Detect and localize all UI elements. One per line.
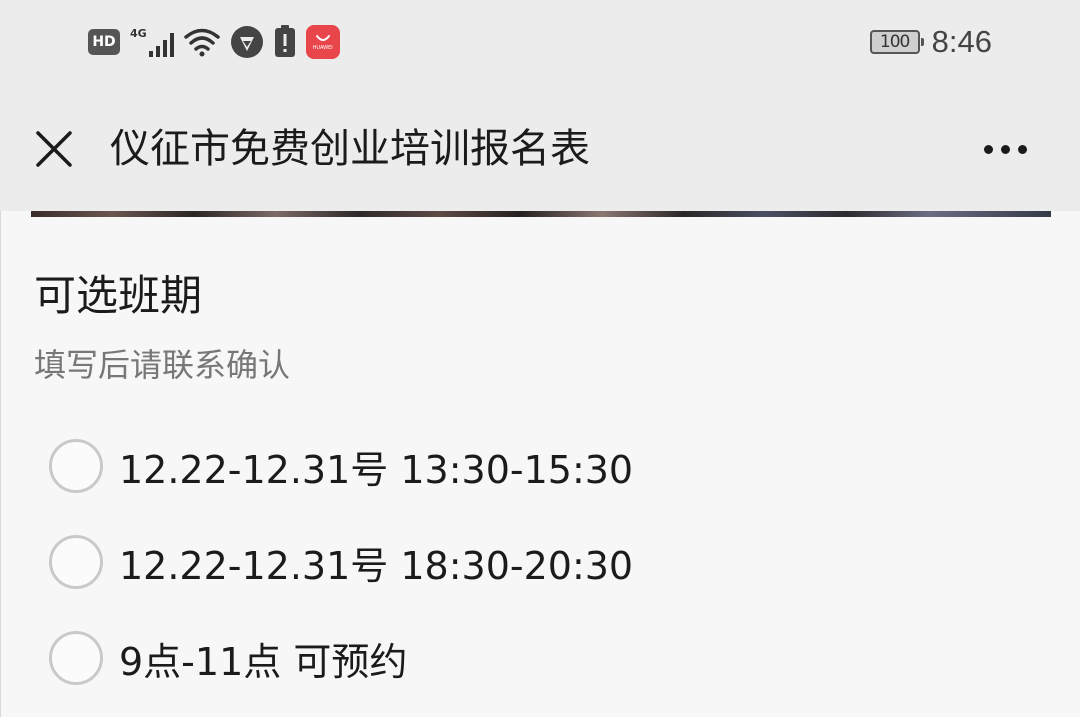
form-content: 可选班期 填写后请联系确认 12.22-12.31号 13:30-15:30 1… [0, 211, 1080, 717]
more-icon [1017, 144, 1027, 154]
radio-button[interactable] [49, 535, 103, 589]
status-bar: HD 4G HUAWEI 100 8:46 [0, 0, 1080, 85]
title-bar: 仪征市免费创业培训报名表 [0, 85, 1080, 211]
close-icon [36, 131, 72, 167]
question-title: 可选班期 [34, 271, 203, 320]
warning-icon [274, 25, 296, 59]
page-title: 仪征市免费创业培训报名表 [110, 126, 590, 172]
huawei-label: HUAWEI [312, 45, 333, 51]
more-button[interactable] [970, 129, 1040, 169]
hd-icon: HD [88, 29, 120, 55]
status-icons-right: 100 8:46 [869, 22, 992, 62]
more-icon [983, 144, 993, 154]
battery-level: 100 [879, 32, 910, 52]
network-type-label: 4G [130, 27, 147, 40]
question-description: 填写后请联系确认 [34, 346, 291, 384]
status-icons-left: HD 4G HUAWEI [88, 22, 340, 62]
wifi-icon [183, 27, 220, 57]
battery-icon: 100 [869, 30, 924, 54]
radio-button[interactable] [49, 439, 103, 493]
close-button[interactable] [30, 125, 78, 173]
radio-option[interactable]: 9点-11点 可预约 [49, 626, 407, 690]
radio-option-label: 9点-11点 可预约 [119, 639, 408, 684]
status-time: 8:46 [931, 24, 992, 59]
more-icon [1000, 144, 1010, 154]
app-notification-icon [230, 25, 264, 59]
radio-option-label: 12.22-12.31号 18:30-20:30 [119, 543, 634, 588]
radio-option[interactable]: 12.22-12.31号 13:30-15:30 [49, 434, 633, 498]
radio-button[interactable] [49, 631, 103, 685]
signal-icon: 4G [130, 27, 174, 57]
banner-image [31, 211, 1051, 217]
radio-option[interactable]: 12.22-12.31号 18:30-20:30 [49, 530, 633, 594]
radio-option-label: 12.22-12.31号 13:30-15:30 [119, 447, 634, 492]
huawei-store-icon: HUAWEI [305, 25, 340, 59]
